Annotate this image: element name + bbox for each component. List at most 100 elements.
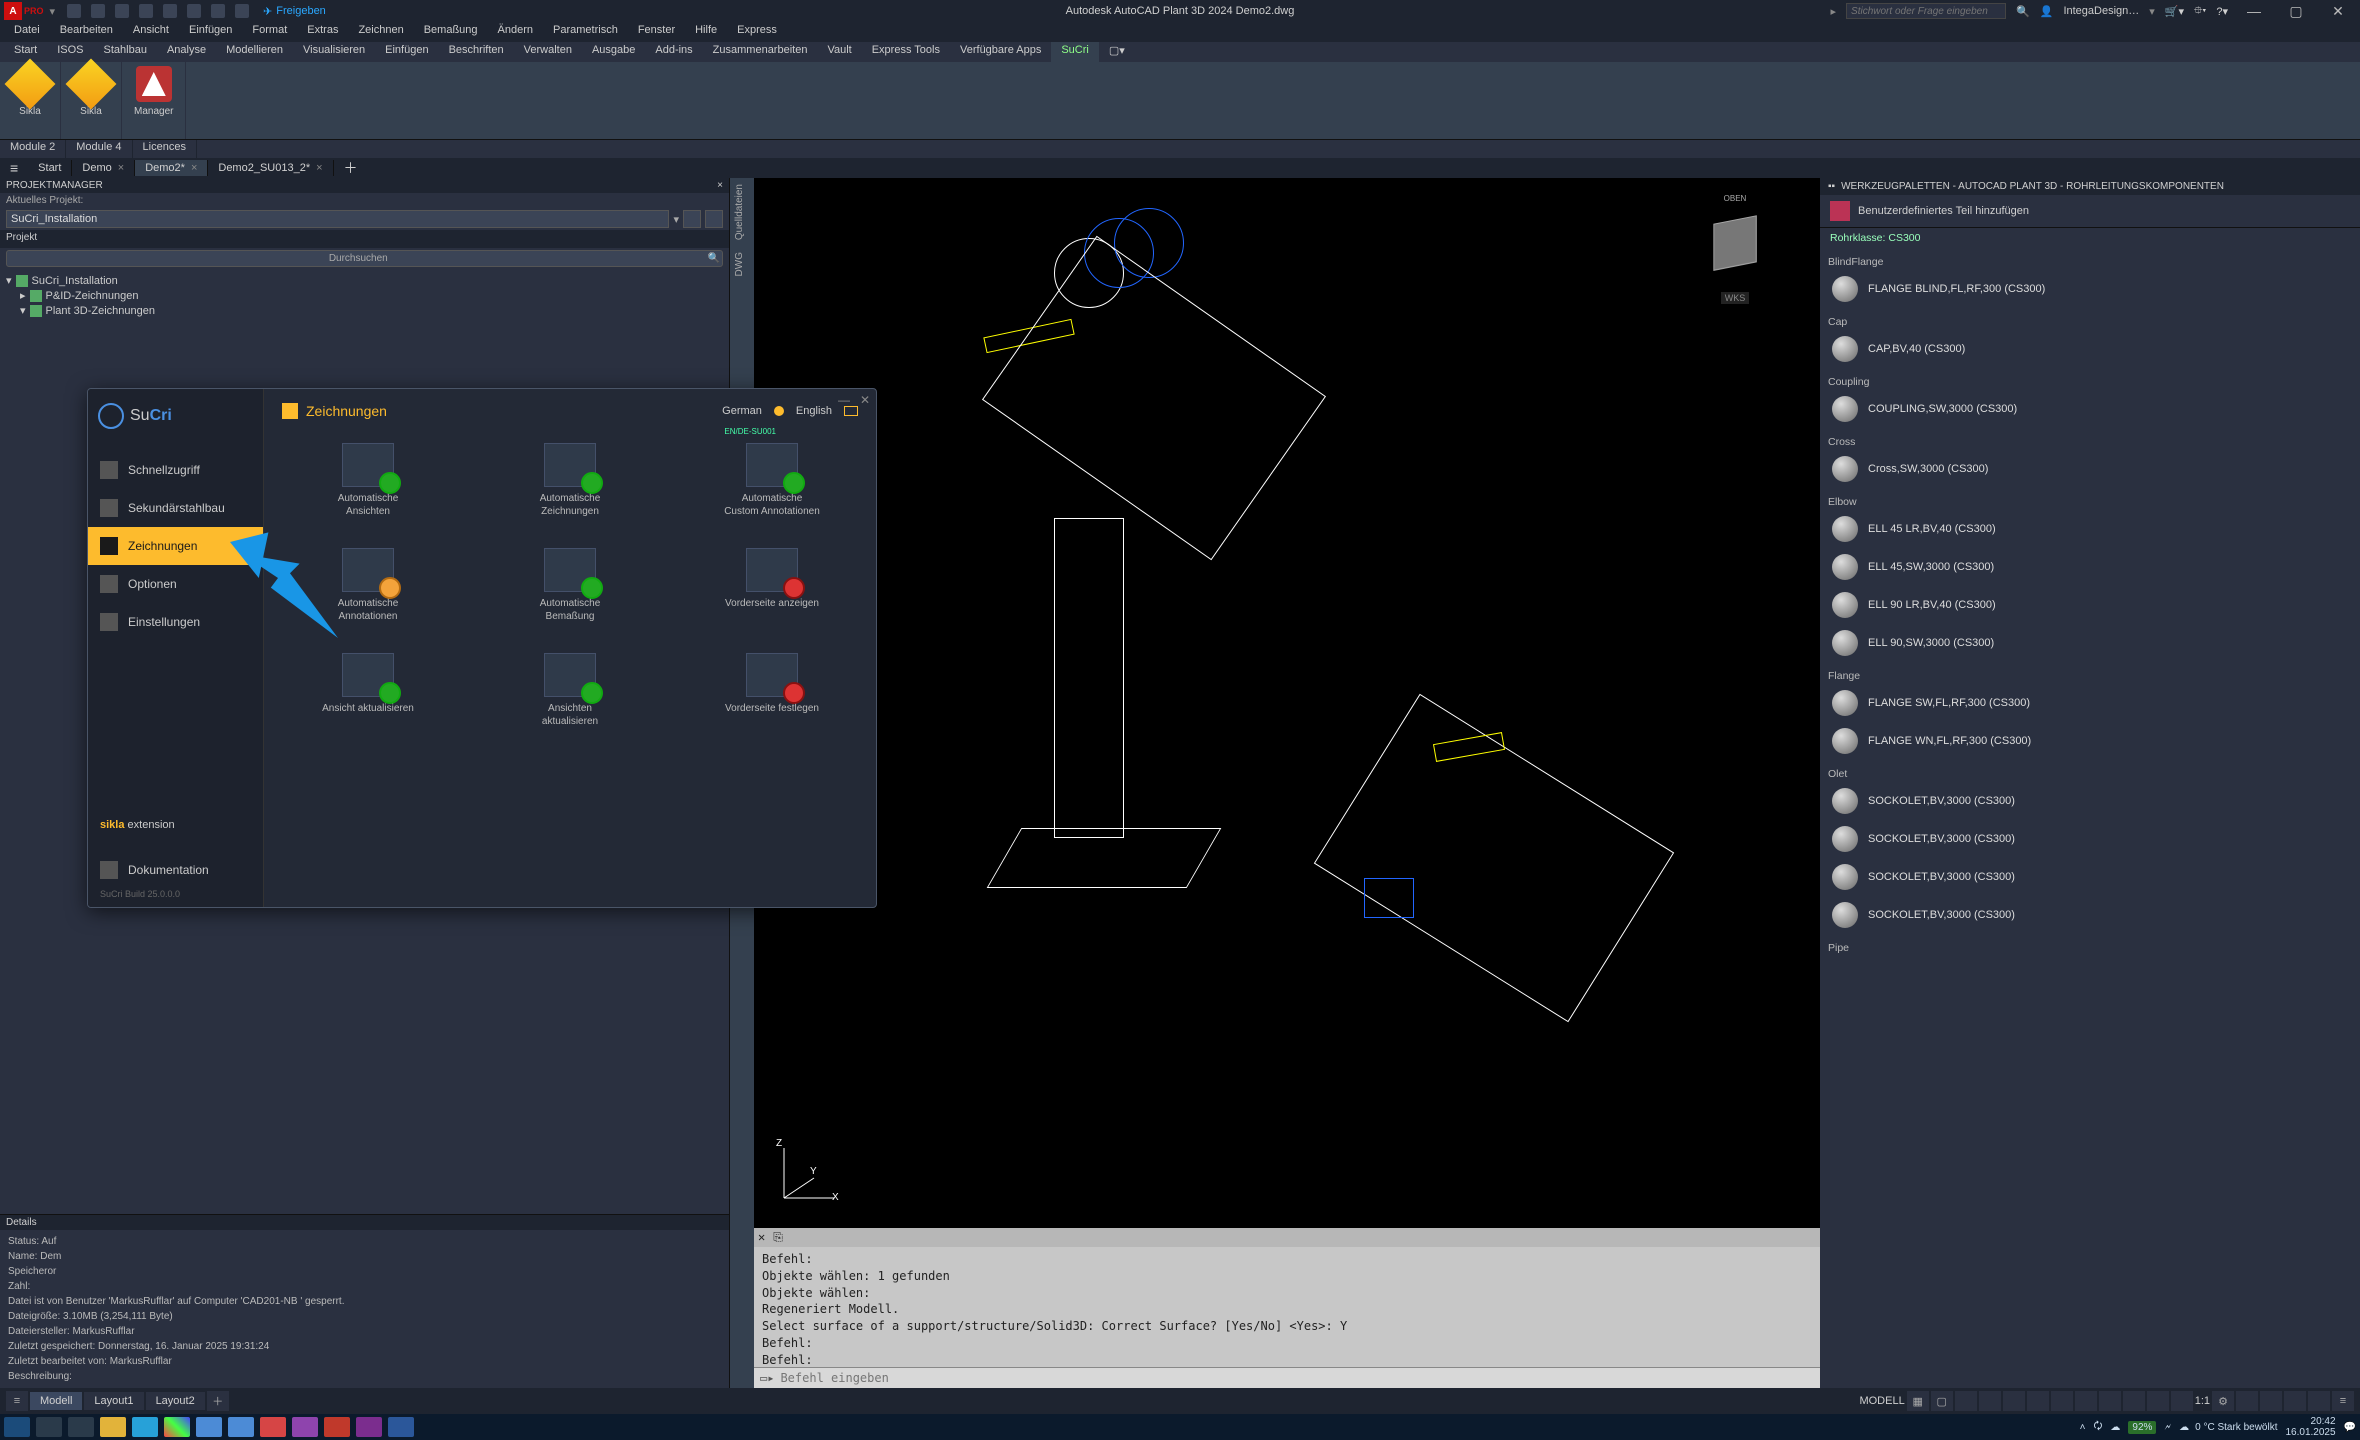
cmd-pin-icon[interactable]: ⎘ — [769, 1228, 787, 1247]
task-explorer-icon[interactable] — [100, 1417, 126, 1437]
help-search-input[interactable] — [1846, 3, 2006, 19]
sucri-nav-sekundärstahlbau[interactable]: Sekundärstahlbau — [88, 489, 263, 527]
palette-item[interactable]: ELL 45 LR,BV,40 (CS300) — [1828, 510, 2352, 548]
pm-search-input[interactable]: Durchsuchen 🔍 — [6, 250, 723, 267]
menu-parametrisch[interactable]: Parametrisch — [543, 22, 628, 42]
status-btn-icon[interactable] — [2003, 1391, 2025, 1411]
pm-tool3-icon[interactable] — [691, 232, 705, 246]
sidestrip-tab-1[interactable]: DWG — [730, 246, 749, 282]
ribbon-overflow-icon[interactable]: ▢▾ — [1099, 42, 1135, 62]
palette-item[interactable]: FLANGE WN,FL,RF,300 (CS300) — [1828, 722, 2352, 760]
user-chevron-down-icon[interactable]: ▾ — [2149, 5, 2155, 18]
ribbon-tab-isos[interactable]: ISOS — [47, 42, 93, 62]
palette-item[interactable]: SOCKOLET,BV,3000 (CS300) — [1828, 858, 2352, 896]
menu-hilfe[interactable]: Hilfe — [685, 22, 727, 42]
status-gear-icon[interactable]: ⚙ — [2212, 1391, 2234, 1411]
status-btn-icon[interactable] — [2260, 1391, 2282, 1411]
doc-tab[interactable]: Demo2_SU013_2*× — [208, 160, 333, 176]
layout-tab-layout2[interactable]: Layout2 — [146, 1392, 205, 1410]
qat-save-icon[interactable] — [115, 4, 129, 18]
search-icon[interactable]: 🔍 — [2016, 5, 2030, 18]
task-chrome-icon[interactable] — [164, 1417, 190, 1437]
task-app-icon[interactable] — [260, 1417, 286, 1437]
status-snap-icon[interactable]: ▢ — [1931, 1391, 1953, 1411]
status-btn-icon[interactable] — [2171, 1391, 2193, 1411]
user-icon[interactable]: 👤 — [2040, 5, 2054, 18]
status-btn-icon[interactable] — [2075, 1391, 2097, 1411]
tree-node[interactable]: ▸P&ID-Zeichnungen — [6, 288, 723, 303]
layout-add-button[interactable]: ＋ — [207, 1391, 229, 1411]
palette-item[interactable]: SOCKOLET,BV,3000 (CS300) — [1828, 896, 2352, 934]
sucri-nav-doc[interactable]: Dokumentation — [88, 851, 263, 889]
menu-ansicht[interactable]: Ansicht — [123, 22, 179, 42]
ribbon-tab-beschriften[interactable]: Beschriften — [439, 42, 514, 62]
ribbon-tab-sucri[interactable]: SuCri — [1051, 42, 1099, 62]
palette-item[interactable]: FLANGE SW,FL,RF,300 (CS300) — [1828, 684, 2352, 722]
palette-grip-icon[interactable]: ▪▪ — [1828, 181, 1835, 192]
tray-chevron-up-icon[interactable]: ˄ — [2080, 1422, 2086, 1433]
qat-open-icon[interactable] — [91, 4, 105, 18]
tray-sync-icon[interactable]: 🗘 — [2094, 1419, 2103, 1436]
ribbon-tab-add-ins[interactable]: Add-ins — [645, 42, 702, 62]
ribbon-group-manager[interactable]: Manager — [122, 62, 186, 139]
status-scale[interactable]: 1:1 — [2195, 1395, 2210, 1407]
task-app-icon[interactable] — [196, 1417, 222, 1437]
task-taskview-icon[interactable] — [68, 1417, 94, 1437]
palette-item[interactable]: ELL 90,SW,3000 (CS300) — [1828, 624, 2352, 662]
doctab-menu-icon[interactable]: ≡ — [0, 160, 28, 176]
qat-saveas-icon[interactable] — [139, 4, 153, 18]
sucri-card[interactable]: Ansichtenaktualisieren — [484, 653, 656, 728]
tree-expand-icon[interactable]: ▸ — [20, 289, 26, 302]
doc-tab-close-icon[interactable]: × — [191, 162, 197, 174]
status-model-label[interactable]: MODELL — [1859, 1395, 1904, 1407]
doc-tab-close-icon[interactable]: × — [118, 162, 124, 174]
cmd-close-icon[interactable]: ✕ — [754, 1228, 769, 1247]
model-viewport[interactable]: OBEN WKS Z X Y — [754, 178, 1820, 1228]
ribbon-tab-verfügbare-apps[interactable]: Verfügbare Apps — [950, 42, 1051, 62]
sucri-mail-icon[interactable] — [844, 406, 858, 416]
sucri-card[interactable]: Vorderseite anzeigen — [686, 548, 858, 623]
task-edge-icon[interactable] — [132, 1417, 158, 1437]
pm-tool1-icon[interactable] — [655, 232, 669, 246]
menu-extras[interactable]: Extras — [297, 22, 348, 42]
sucri-card[interactable]: Ansicht aktualisieren — [282, 653, 454, 728]
ribbon-group-sikla[interactable]: Sikla — [0, 62, 61, 139]
share-button[interactable]: ✈ Freigeben — [263, 5, 326, 18]
ribbon-subtab-module-4[interactable]: Module 4 — [66, 140, 132, 158]
menu-datei[interactable]: Datei — [4, 22, 50, 42]
palette-scroll[interactable]: BlindFlangeFLANGE BLIND,FL,RF,300 (CS300… — [1820, 248, 2360, 1388]
task-teams-icon[interactable] — [292, 1417, 318, 1437]
view-cube[interactable]: OBEN WKS — [1690, 198, 1780, 288]
tray-battery[interactable]: 92% — [2128, 1421, 2156, 1434]
layout-tab-layout1[interactable]: Layout1 — [84, 1392, 143, 1410]
doc-tab[interactable]: Demo2*× — [135, 160, 208, 176]
status-btn-icon[interactable] — [1979, 1391, 2001, 1411]
status-btn-icon[interactable] — [2099, 1391, 2121, 1411]
ribbon-tab-modellieren[interactable]: Modellieren — [216, 42, 293, 62]
ribbon-tab-visualisieren[interactable]: Visualisieren — [293, 42, 375, 62]
menu-fenster[interactable]: Fenster — [628, 22, 685, 42]
tree-node[interactable]: ▾SuCri_Installation — [6, 273, 723, 288]
palette-item[interactable]: ELL 90 LR,BV,40 (CS300) — [1828, 586, 2352, 624]
doc-tab[interactable]: Start — [28, 160, 72, 176]
menu-bemaßung[interactable]: Bemaßung — [414, 22, 488, 42]
palette-item[interactable]: FLANGE BLIND,FL,RF,300 (CS300) — [1828, 270, 2352, 308]
sucri-card[interactable]: AutomatischeCustom Annotationen — [686, 443, 858, 518]
status-btn-icon[interactable] — [2236, 1391, 2258, 1411]
tray-power-icon[interactable]: 🗲 — [2164, 1422, 2171, 1433]
qat-undo-icon[interactable] — [211, 4, 225, 18]
ribbon-tab-express-tools[interactable]: Express Tools — [862, 42, 950, 62]
ribbon-tab-analyse[interactable]: Analyse — [157, 42, 216, 62]
task-onenote-icon[interactable] — [356, 1417, 382, 1437]
task-search-icon[interactable] — [36, 1417, 62, 1437]
palette-item[interactable]: COUPLING,SW,3000 (CS300) — [1828, 390, 2352, 428]
menu-express[interactable]: Express — [727, 22, 787, 42]
menu-zeichnen[interactable]: Zeichnen — [348, 22, 413, 42]
tray-clock[interactable]: 20:42 16.01.2025 — [2285, 1416, 2335, 1438]
sucri-lang-en[interactable]: English — [796, 405, 832, 417]
sucri-card[interactable]: AutomatischeAnsichten — [282, 443, 454, 518]
doc-tab[interactable]: Demo× — [72, 160, 135, 176]
pm-refresh-icon[interactable] — [709, 232, 723, 246]
pm-project-select[interactable] — [6, 210, 669, 228]
tree-node[interactable]: ▾Plant 3D-Zeichnungen — [6, 303, 723, 318]
